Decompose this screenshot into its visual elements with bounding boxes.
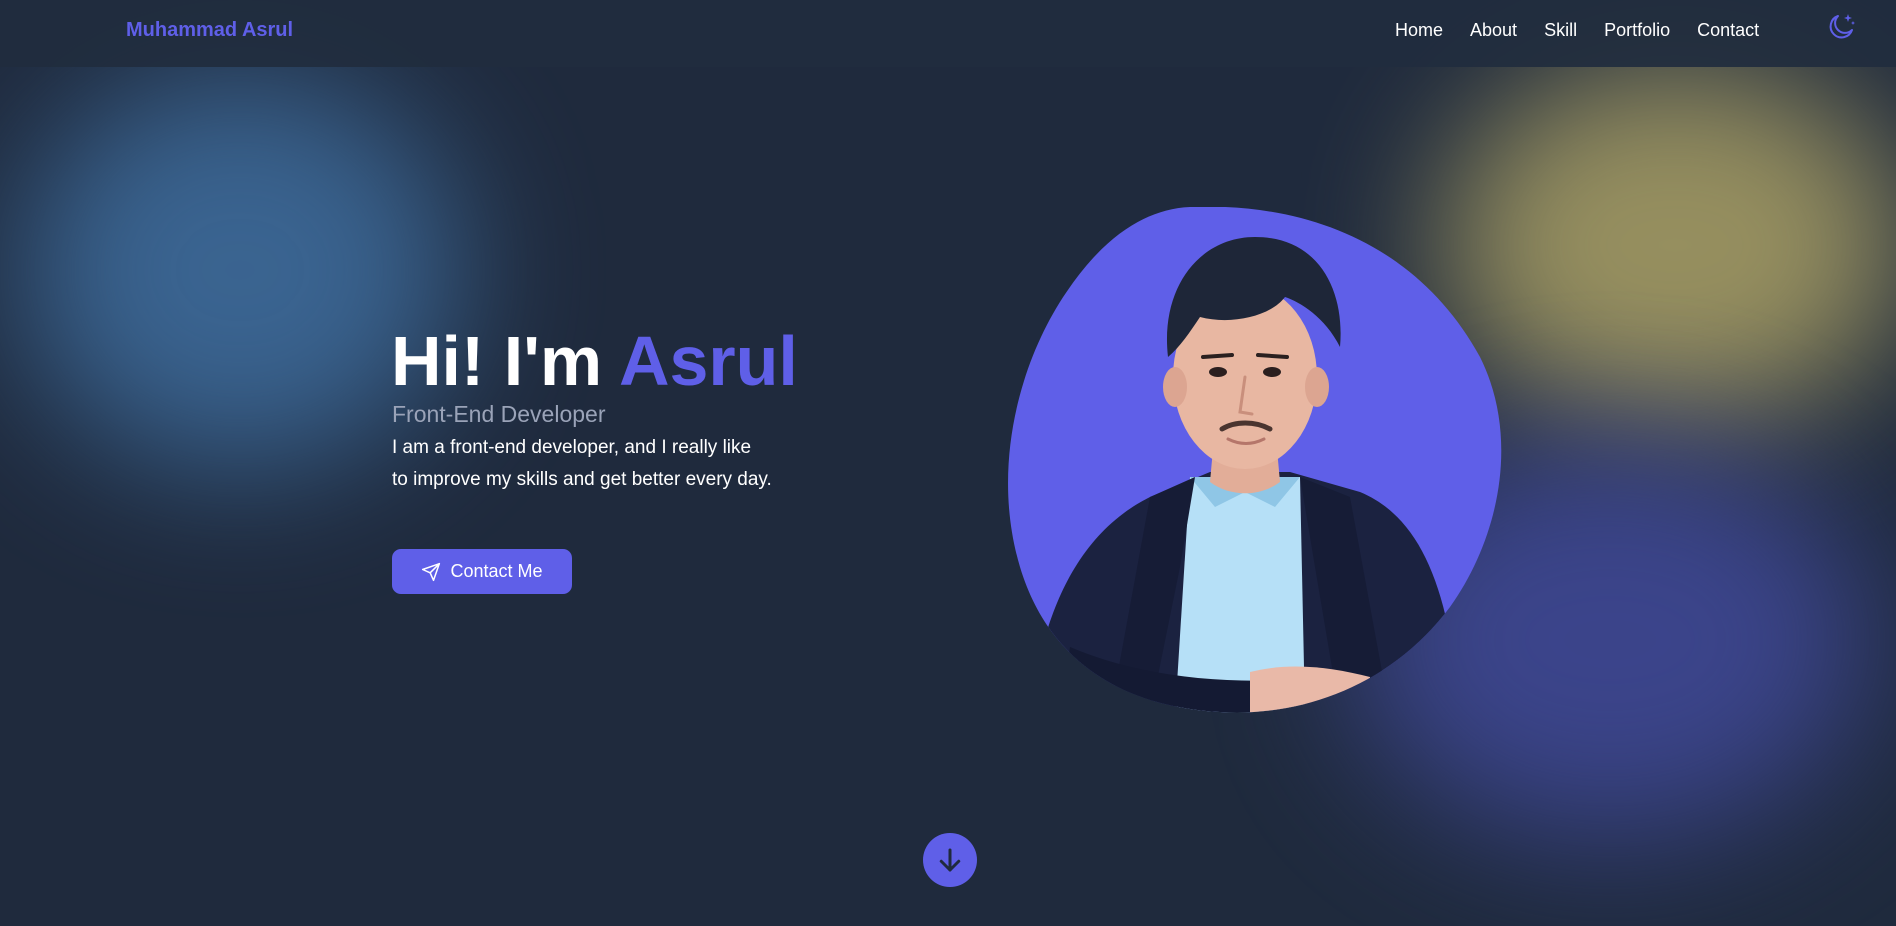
page: Muhammad Asrul Home About Skill Portfoli… <box>0 0 1896 926</box>
nav-links: Home About Skill Portfolio Contact <box>1395 20 1786 41</box>
contact-me-button[interactable]: Contact Me <box>392 549 572 594</box>
nav-link-about[interactable]: About <box>1470 20 1517 41</box>
hero-name: Asrul <box>618 322 798 400</box>
moon-stars-icon <box>1829 14 1855 39</box>
nav-link-contact[interactable]: Contact <box>1697 20 1759 41</box>
nav-link-home[interactable]: Home <box>1395 20 1443 41</box>
arrow-down-icon <box>939 848 961 872</box>
profile-photo <box>1000 206 1508 715</box>
hero-role: Front-End Developer <box>392 401 606 427</box>
background-blob-yellow <box>1440 60 1896 430</box>
hero-description: I am a front-end developer, and I really… <box>392 437 772 490</box>
contact-me-label: Contact Me <box>450 561 543 581</box>
send-icon <box>422 562 441 581</box>
hero-title: Hi! I'm Asrul <box>391 320 798 402</box>
scroll-down-button[interactable] <box>923 833 977 887</box>
navbar: Muhammad Asrul Home About Skill Portfoli… <box>0 0 1896 67</box>
nav-link-portfolio[interactable]: Portfolio <box>1604 20 1670 41</box>
theme-toggle-button[interactable] <box>1825 11 1857 43</box>
brand-logo[interactable]: Muhammad Asrul <box>126 19 293 42</box>
hero-greeting: Hi! I'm <box>391 322 603 400</box>
nav-link-skill[interactable]: Skill <box>1544 20 1577 41</box>
